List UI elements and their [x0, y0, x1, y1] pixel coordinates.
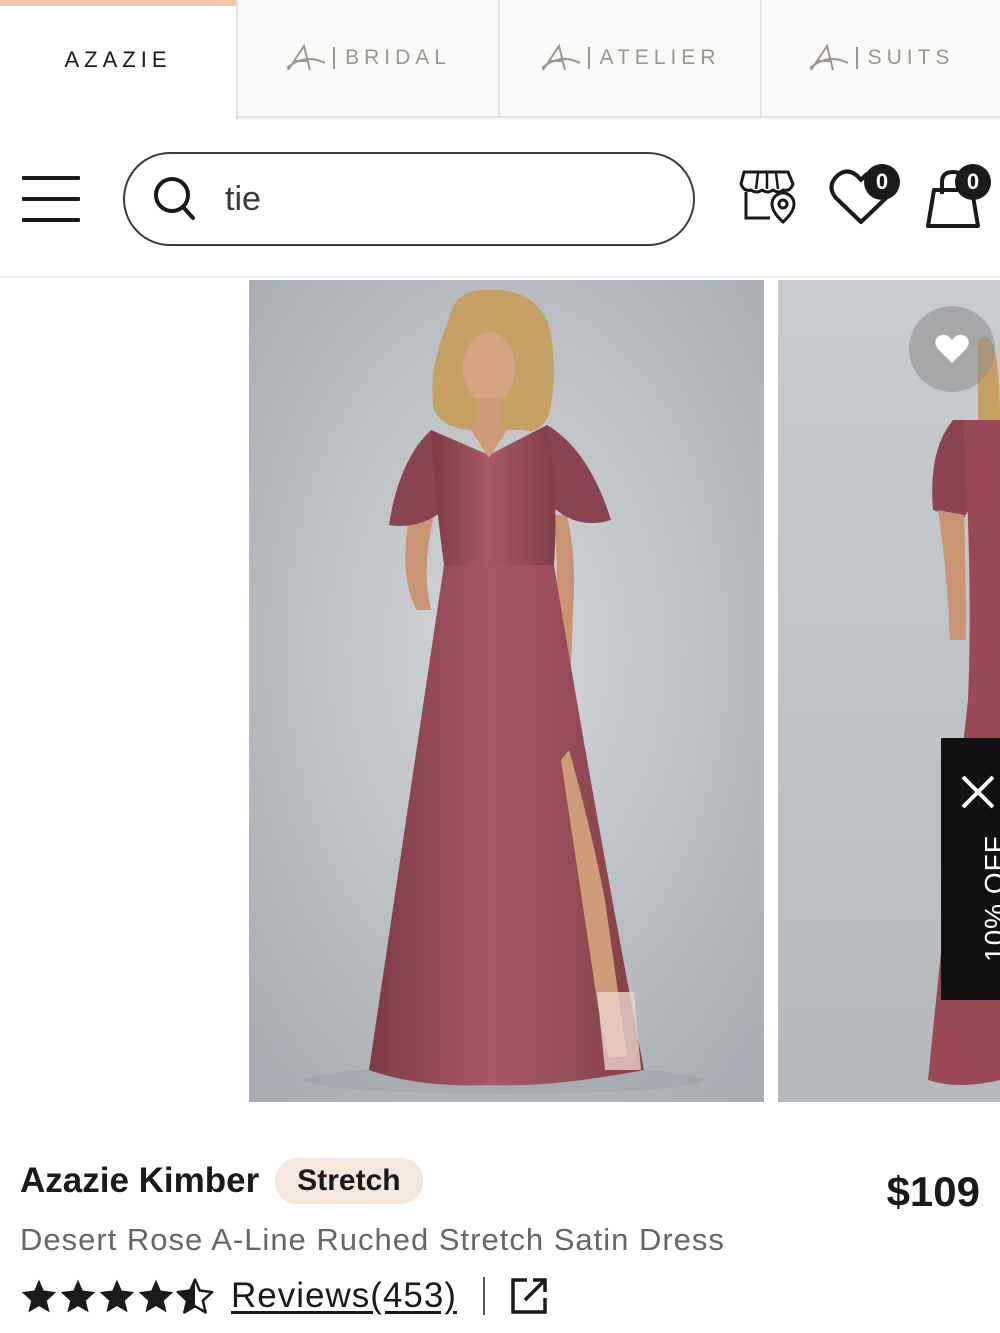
star-rating — [20, 1278, 215, 1314]
tab-separator — [333, 47, 336, 69]
tab-suits-label: SUITS — [867, 46, 955, 69]
wishlist-count-badge: 0 — [864, 164, 900, 200]
tab-suits-content: SUITS — [808, 43, 955, 73]
stretch-badge: Stretch — [275, 1158, 423, 1204]
tab-atelier[interactable]: ATELIER — [500, 0, 762, 118]
azazie-a-logo-icon — [540, 43, 580, 71]
dress-photo — [249, 280, 764, 1102]
star-half-icon — [176, 1278, 214, 1314]
cart-count-badge: 0 — [955, 164, 991, 200]
divider — [482, 1277, 485, 1315]
star-full-icon — [60, 1279, 96, 1313]
search-bar[interactable] — [123, 152, 695, 246]
menu-icon[interactable] — [22, 176, 80, 222]
store-locator-icon[interactable] — [738, 166, 798, 226]
product-description[interactable]: Desert Rose A-Line Ruched Stretch Satin … — [20, 1222, 725, 1258]
product-info: Azazie Kimber Stretch $109 Desert Rose A… — [0, 1102, 1000, 1333]
rating-row: Reviews(453) — [20, 1276, 549, 1316]
discount-side-tab[interactable]: 10% OFF — [941, 738, 1000, 1000]
tab-bridal-label: BRIDAL — [345, 46, 451, 69]
tab-separator — [587, 47, 590, 69]
close-icon[interactable] — [960, 774, 996, 810]
menu-line — [22, 197, 80, 201]
azazie-a-logo-icon — [286, 43, 326, 71]
product-price: $109 — [886, 1168, 980, 1215]
search-icon — [154, 177, 195, 220]
product-image-main[interactable] — [249, 280, 764, 1102]
share-icon[interactable] — [509, 1276, 549, 1316]
tab-atelier-content: ATELIER — [540, 43, 721, 73]
tab-atelier-label: ATELIER — [599, 46, 721, 69]
tab-azazie-label: AZAZIE — [64, 47, 172, 72]
azazie-a-logo-icon — [808, 43, 849, 71]
product-title-row: Azazie Kimber Stretch — [20, 1158, 423, 1204]
reviews-link[interactable]: Reviews(453) — [231, 1276, 457, 1316]
header-bar: 0 0 — [0, 120, 1000, 278]
star-full-icon — [138, 1279, 174, 1313]
search-input[interactable] — [225, 179, 685, 219]
brand-tabs: AZAZIE BRIDAL ATELIER SUITS — [0, 0, 1000, 120]
tab-azazie[interactable]: AZAZIE — [0, 0, 238, 120]
tab-separator — [855, 47, 858, 69]
heart-filled-icon — [935, 334, 969, 363]
product-gallery[interactable] — [0, 280, 1000, 1102]
discount-label: 10% OFF — [979, 835, 1000, 962]
tab-bridal-content: BRIDAL — [285, 43, 451, 73]
tab-bridal[interactable]: BRIDAL — [238, 0, 500, 118]
tab-suits[interactable]: SUITS — [762, 0, 1000, 118]
product-title[interactable]: Azazie Kimber — [20, 1161, 259, 1201]
favorite-button[interactable] — [909, 306, 995, 392]
star-full-icon — [99, 1279, 135, 1313]
menu-line — [22, 176, 80, 180]
star-full-icon — [21, 1279, 57, 1313]
menu-line — [22, 218, 80, 222]
